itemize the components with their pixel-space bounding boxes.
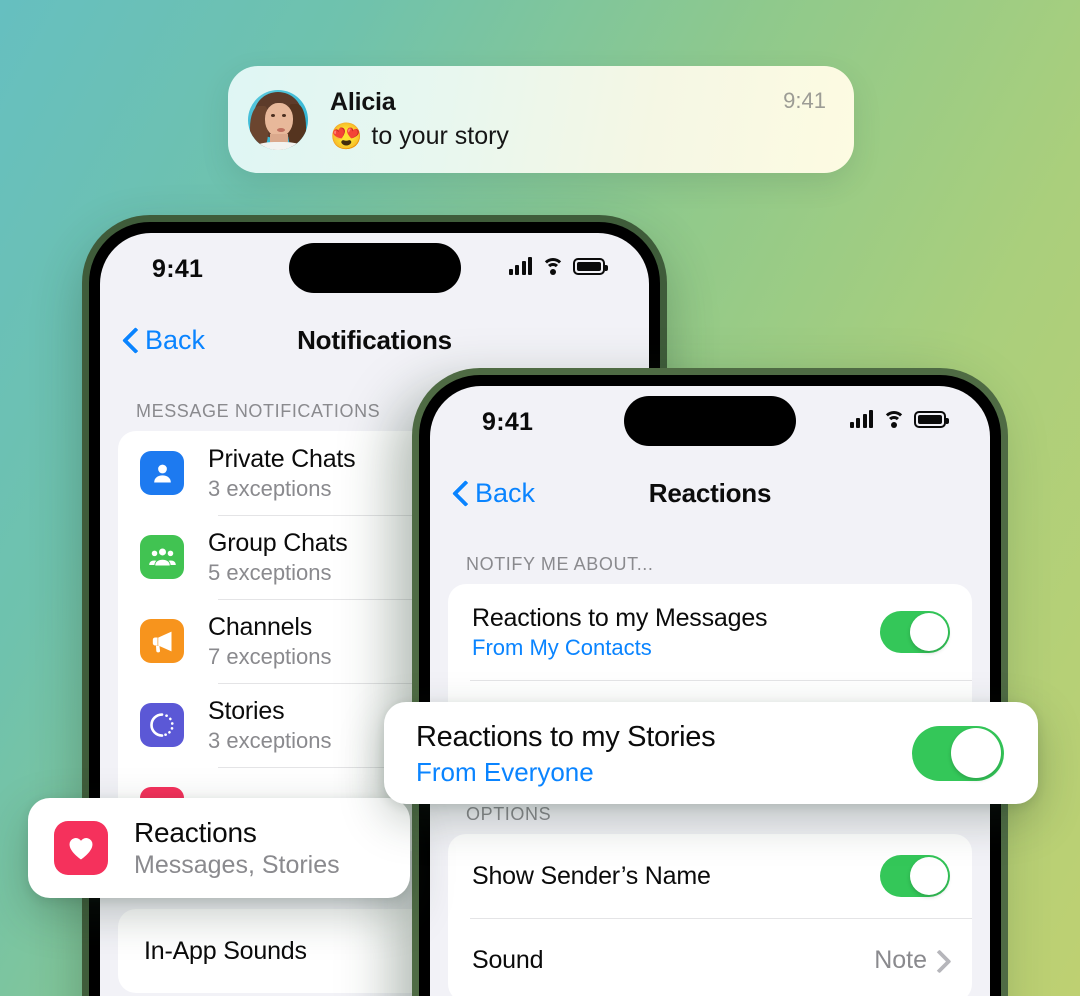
phone-front-bezel: 9:41 Back Reactions NOTIFY ME ABOUT... R… <box>419 375 1001 996</box>
notification-body: Alicia 😍 to your story <box>308 87 783 153</box>
row-title: Sound <box>472 945 544 974</box>
battery-icon <box>914 410 949 428</box>
wifi-icon <box>541 257 564 275</box>
toggle-reactions-to-my-messages[interactable] <box>880 611 950 653</box>
toggle-reactions-to-my-stories[interactable] <box>912 725 1004 781</box>
chevron-left-icon <box>454 482 467 505</box>
wifi-icon <box>882 410 905 428</box>
notification-message-line: 😍 to your story <box>330 119 783 153</box>
back-button[interactable]: Back <box>100 325 205 356</box>
floating-card-reactions[interactable]: Reactions Messages, Stories <box>28 798 410 898</box>
section-header-notify-me-about: NOTIFY ME ABOUT... <box>466 554 654 574</box>
nav-bar-back: Back Notifications <box>100 307 649 373</box>
dynamic-island <box>624 396 796 446</box>
row-value-sound: Note <box>874 945 927 974</box>
cellular-signal-icon <box>508 257 532 275</box>
phone-front: 9:41 Back Reactions NOTIFY ME ABOUT... R… <box>412 368 1008 996</box>
phone-front-screen: 9:41 Back Reactions NOTIFY ME ABOUT... R… <box>430 386 990 996</box>
stories-icon <box>140 703 184 747</box>
cellular-signal-icon <box>849 410 873 428</box>
dynamic-island <box>288 243 461 293</box>
poster-canvas: Alicia 😍 to your story 9:41 9:41 Back No… <box>0 0 1080 996</box>
back-button[interactable]: Back <box>430 478 535 509</box>
status-icons <box>508 257 608 275</box>
floating-card-title: Reactions to my Stories <box>416 720 716 753</box>
notification-message-text: to your story <box>371 121 509 150</box>
floating-card-title: Reactions <box>134 816 257 848</box>
heart-icon <box>54 821 108 875</box>
row-title: Show Sender’s Name <box>472 861 711 890</box>
status-bar-front: 9:41 <box>430 386 990 460</box>
row-subtitle: From My Contacts <box>472 634 652 660</box>
notification-sender: Alicia <box>330 87 396 116</box>
chevron-right-icon <box>939 951 950 970</box>
battery-icon <box>573 257 608 275</box>
row-show-senders-name[interactable]: Show Sender’s Name <box>448 834 972 918</box>
row-reactions-to-my-messages[interactable]: Reactions to my Messages From My Contact… <box>448 584 972 680</box>
group-icon <box>140 535 184 579</box>
heart-eyes-emoji-icon: 😍 <box>330 120 363 151</box>
row-sound[interactable]: Sound Note <box>448 918 972 996</box>
floating-card-subtitle: From Everyone <box>416 756 594 787</box>
alicia-avatar <box>248 89 308 150</box>
floating-card-reactions-to-my-stories[interactable]: Reactions to my Stories From Everyone <box>384 702 1038 804</box>
megaphone-icon <box>140 619 184 663</box>
nav-bar-front: Back Reactions <box>430 460 990 526</box>
toggle-show-senders-name[interactable] <box>880 855 950 897</box>
back-button-label: Back <box>145 324 206 355</box>
person-icon <box>140 451 184 495</box>
status-bar-back: 9:41 <box>100 233 649 307</box>
floating-card-subtitle: Messages, Stories <box>134 850 340 879</box>
card-options: Show Sender’s Name Sound Note <box>448 834 972 996</box>
notification-banner[interactable]: Alicia 😍 to your story 9:41 <box>228 66 854 173</box>
back-button-label: Back <box>475 477 536 508</box>
row-title: Reactions to my Messages <box>472 603 768 632</box>
notification-time: 9:41 <box>783 88 826 113</box>
status-icons <box>849 410 949 428</box>
chevron-left-icon <box>124 329 137 352</box>
